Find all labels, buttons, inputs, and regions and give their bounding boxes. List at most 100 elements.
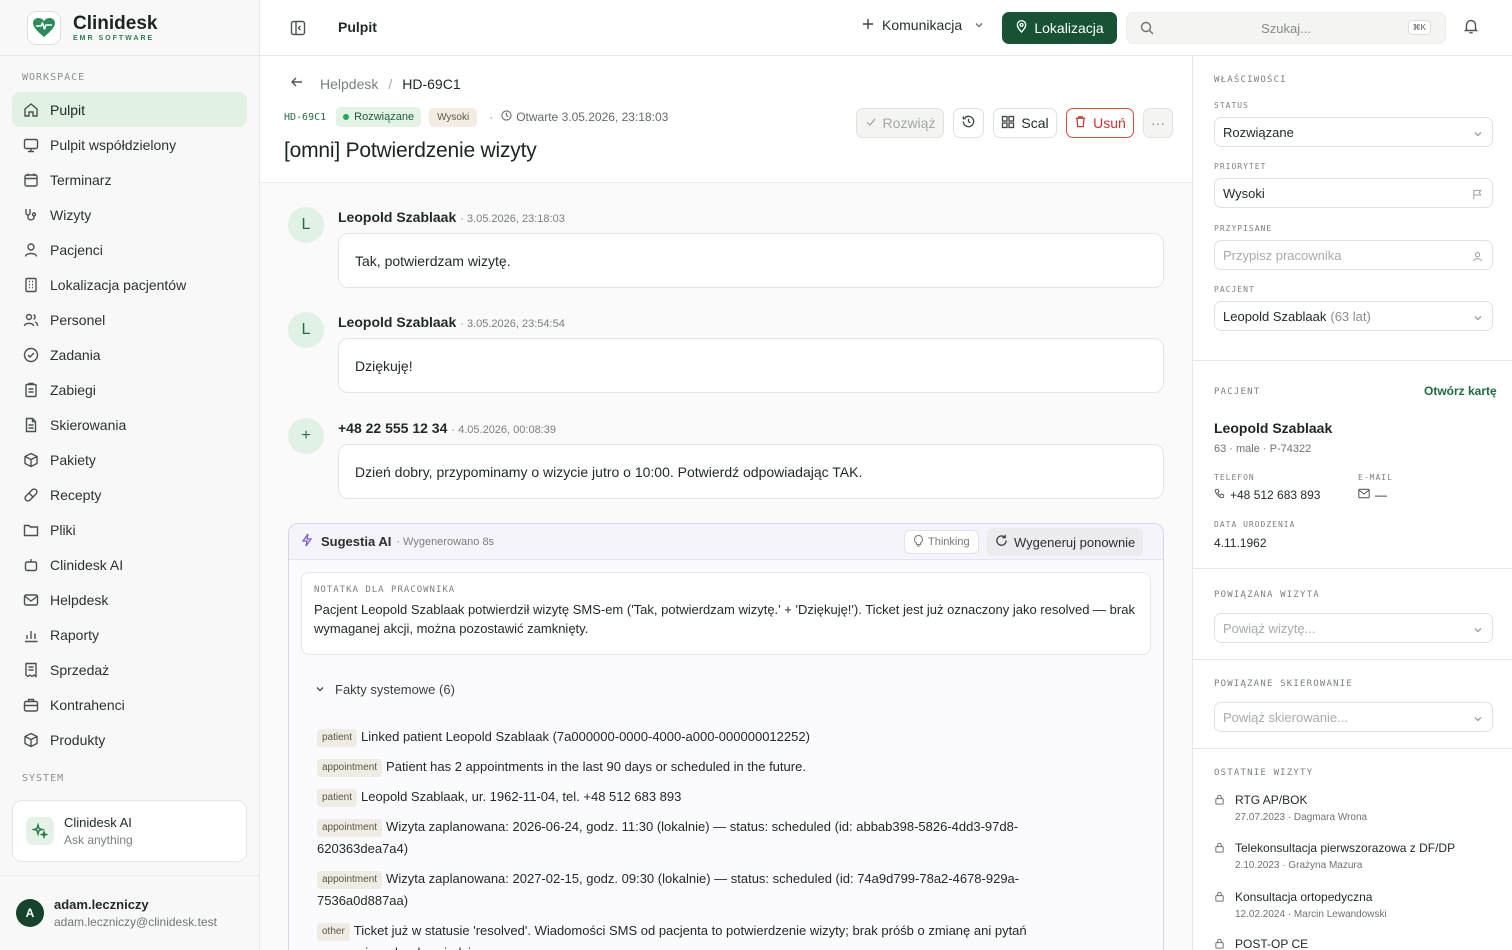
- sidebar-item-schedule[interactable]: Terminarz: [12, 162, 247, 197]
- ticket-meta: HD-69C1 Rozwiązane Wysoki · Otwarte 3.05…: [284, 107, 668, 127]
- sidebar-item-label: Terminarz: [50, 171, 112, 188]
- priority-select[interactable]: Wysoki: [1214, 178, 1493, 208]
- calendar-icon: [22, 171, 40, 189]
- recent-visit-item[interactable]: Telekonsultacja pierwszorazowa z DF/DP 2…: [1214, 841, 1504, 871]
- system-facts-toggle[interactable]: Fakty systemowe (6): [315, 682, 455, 697]
- ticket-id: HD-69C1: [284, 111, 327, 123]
- visit-name: Konsultacja ortopedyczna: [1235, 890, 1373, 904]
- recent-visit-item[interactable]: POST-OP CE: [1214, 937, 1504, 950]
- chevron-down-icon: [1473, 712, 1483, 727]
- patient-dob: 4.11.1962: [1214, 536, 1267, 550]
- sidebar-item-tasks[interactable]: Zadania: [12, 337, 247, 372]
- sidebar-item-staff[interactable]: Personel: [12, 302, 247, 337]
- recent-visit-item[interactable]: RTG AP/BOK 27.07.2023 · Dagmara Wrona: [1214, 793, 1504, 823]
- ai-suggestion-title: Sugestia AI: [321, 534, 392, 549]
- breadcrumb: Helpdesk / HD-69C1: [290, 75, 461, 92]
- user-profile[interactable]: A adam.leczniczy adam.leczniczy@clinides…: [0, 875, 259, 950]
- fact-tag: appointment: [317, 759, 383, 777]
- linked-visit-select[interactable]: Powiąż wizytę...: [1214, 613, 1493, 643]
- sidebar-item-files[interactable]: Pliki: [12, 512, 247, 547]
- more-options-button[interactable]: ···: [1143, 108, 1173, 138]
- meta-separator: ·: [489, 110, 494, 124]
- sidebar-item-reports[interactable]: Raporty: [12, 617, 247, 652]
- sidebar-item-patient-location[interactable]: Lokalizacja pacjentów: [12, 267, 247, 302]
- lock-icon: [1214, 842, 1225, 856]
- sidebar-item-prescriptions[interactable]: Recepty: [12, 477, 247, 512]
- breadcrumb-separator: /: [388, 75, 393, 92]
- fact-text: Wizyta zaplanowana: 2027-02-15, godz. 09…: [317, 871, 1020, 908]
- sidebar-item-helpdesk[interactable]: Helpdesk: [12, 582, 247, 617]
- assignee-select[interactable]: Przypisz pracownika: [1214, 240, 1493, 270]
- message-author: Leopold Szablaak: [338, 209, 457, 225]
- sidebar-item-procedures[interactable]: Zabiegi: [12, 372, 247, 407]
- email-label: E-MAIL: [1358, 473, 1393, 482]
- message-body: Dziękuję!: [338, 338, 1164, 393]
- patient-card-title: PACJENT: [1214, 387, 1261, 397]
- lock-icon: [1214, 891, 1225, 905]
- divider: [1193, 360, 1512, 361]
- monitor-icon: [22, 136, 40, 154]
- fact-tag: appointment: [317, 819, 383, 837]
- communication-menu-button[interactable]: Komunikacja: [862, 17, 984, 33]
- sidebar-item-shared-dashboard[interactable]: Pulpit współdzielony: [12, 127, 247, 162]
- sidebar-item-packages[interactable]: Pakiety: [12, 442, 247, 477]
- sidebar-item-contractors[interactable]: Kontrahenci: [12, 687, 247, 722]
- history-icon: [961, 114, 976, 132]
- linked-referral-select[interactable]: Powiąż skierowanie...: [1214, 702, 1493, 732]
- linked-visit-placeholder: Powiąż wizytę...: [1223, 620, 1316, 636]
- patient-name: Leopold Szablaak: [1214, 420, 1333, 436]
- brand[interactable]: Clinidesk EMR SOFTWARE: [0, 0, 259, 56]
- search-input[interactable]: [1127, 20, 1445, 36]
- sidebar-item-visits[interactable]: Wizyty: [12, 197, 247, 232]
- lightning-icon: [301, 533, 313, 550]
- folder-icon: [22, 521, 40, 539]
- lock-icon: [1214, 938, 1225, 950]
- sidebar-item-label: Helpdesk: [50, 591, 109, 608]
- brand-name: Clinidesk: [73, 12, 158, 34]
- system-facts-list: patient Linked patient Leopold Szablaak (…: [317, 726, 1057, 950]
- patient-select-age: (63 lat): [1330, 308, 1371, 324]
- avatar: A: [16, 899, 44, 927]
- status-field-label: STATUS: [1214, 101, 1249, 110]
- staff-note-text: Pacjent Leopold Szablaak potwierdził wiz…: [314, 602, 1135, 636]
- recent-visit-item[interactable]: Konsultacja ortopedyczna 12.02.2024 · Ma…: [1214, 890, 1504, 920]
- breadcrumb-parent-link[interactable]: Helpdesk: [320, 76, 378, 92]
- bell-icon[interactable]: [1463, 18, 1479, 37]
- sidebar-item-patients[interactable]: Pacjenci: [12, 232, 247, 267]
- regenerate-button[interactable]: Wygeneruj ponownie: [987, 528, 1144, 556]
- chevron-down-icon: [974, 17, 984, 33]
- search-box[interactable]: ⌘K: [1126, 12, 1446, 44]
- sidebar-item-products[interactable]: Produkty: [12, 722, 247, 757]
- sidebar-item-clinidesk-ai[interactable]: Clinidesk AI: [12, 547, 247, 582]
- delete-button[interactable]: Usuń: [1066, 108, 1134, 138]
- clock-icon: [501, 110, 512, 124]
- merge-button[interactable]: Scal: [993, 108, 1057, 138]
- staff-note-label: NOTATKA DLA PRACOWNIKA: [314, 585, 456, 595]
- sidebar-item-sales[interactable]: Sprzedaż: [12, 652, 247, 687]
- resolve-button[interactable]: Rozwiąż: [856, 108, 944, 138]
- search-icon: [1140, 21, 1154, 38]
- visit-name: POST-OP CE: [1235, 937, 1309, 950]
- sidebar-item-referrals[interactable]: Skierowania: [12, 407, 247, 442]
- opened-timestamp: Otwarte 3.05.2026, 23:18:03: [501, 110, 668, 124]
- sidebar-item-pulpit[interactable]: Pulpit: [12, 92, 247, 127]
- sidebar-toggle-icon[interactable]: [288, 18, 308, 38]
- message-thread: L Leopold Szablaak · 3.05.2026, 23:18:03…: [260, 183, 1192, 950]
- back-arrow-icon[interactable]: [290, 75, 304, 92]
- ai-suggestion-panel: Sugestia AI · Wygenerowano 8s Thinking W…: [288, 523, 1164, 950]
- open-patient-card-link[interactable]: Otwórz kartę: [1424, 384, 1497, 398]
- sidebar-item-label: Zabiegi: [50, 381, 96, 398]
- email-value: —: [1375, 488, 1387, 502]
- clinidesk-ai-card[interactable]: Clinidesk AI Ask anything: [12, 800, 247, 862]
- location-button[interactable]: Lokalizacja: [1002, 12, 1117, 44]
- thinking-toggle[interactable]: Thinking: [904, 530, 979, 554]
- sidebar-item-label: Produkty: [50, 731, 106, 748]
- message-time: · 4.05.2026, 00:08:39: [451, 424, 556, 436]
- message-body: Dzień dobry, przypominamy o wizycie jutr…: [338, 444, 1164, 499]
- check-icon: [865, 115, 877, 131]
- status-select[interactable]: Rozwiązane: [1214, 117, 1493, 147]
- patient-select[interactable]: Leopold Szablaak (63 lat): [1214, 301, 1493, 331]
- clinidesk-logo-icon: [27, 10, 61, 45]
- visit-meta: 27.07.2023 · Dagmara Wrona: [1235, 812, 1368, 823]
- history-button[interactable]: [953, 108, 984, 138]
